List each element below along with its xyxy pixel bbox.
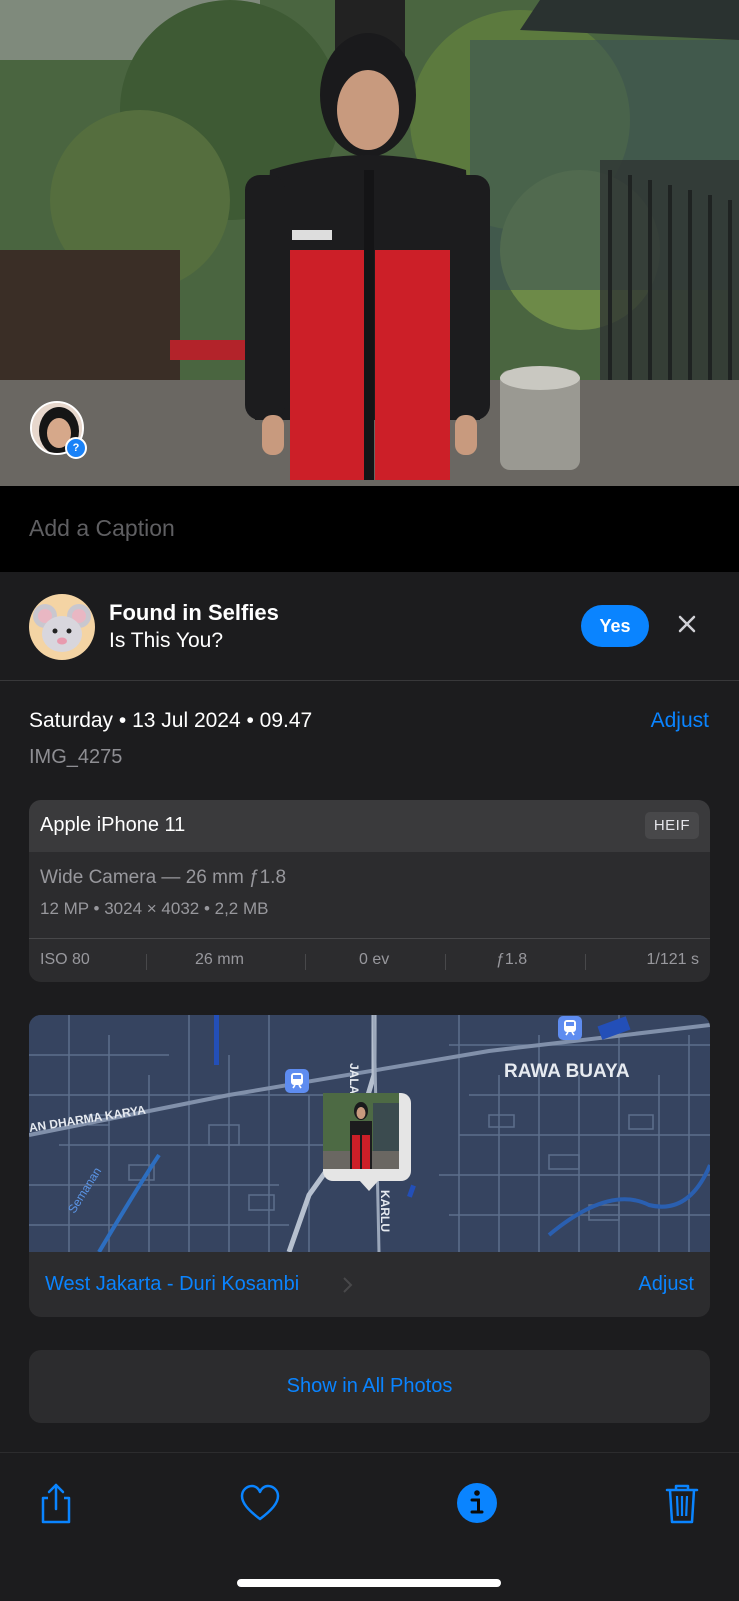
show-in-all-photos-button[interactable]: Show in All Photos	[29, 1350, 710, 1423]
location-card: RAWA BUAYA AN DHARMA KARYA JALA KARLU Se…	[29, 1015, 710, 1317]
exif-divider	[305, 954, 306, 970]
format-badge: HEIF	[644, 812, 699, 839]
exif-divider	[445, 954, 446, 970]
train-icon	[285, 1069, 309, 1093]
map-label-district: RAWA BUAYA	[504, 1061, 630, 1082]
people-suggestion: Found in Selfies Is This You? Yes	[0, 572, 739, 681]
trash-icon[interactable]	[660, 1481, 704, 1525]
photo-viewer[interactable]: ?	[0, 0, 739, 486]
camera-header: Apple iPhone 11 HEIF	[29, 800, 710, 852]
caption-placeholder: Add a Caption	[29, 515, 175, 541]
location-name-link[interactable]: West Jakarta - Duri Kosambi	[45, 1273, 299, 1296]
heart-icon[interactable]	[238, 1481, 282, 1525]
photo-image	[0, 0, 739, 486]
lens-info: Wide Camera — 26 mm ƒ1.8	[40, 867, 287, 888]
exif-row: ISO 80 26 mm 0 ev ƒ1.8 1/121 s	[29, 938, 710, 982]
pin-pointer	[359, 1180, 379, 1191]
mouse-memoji-icon	[29, 594, 95, 660]
map-label-road: JALA	[347, 1063, 361, 1095]
exif-divider	[146, 954, 147, 970]
exif-iso: ISO 80	[40, 951, 90, 968]
photo-thumbnail	[323, 1093, 399, 1169]
share-icon[interactable]	[34, 1481, 78, 1525]
camera-info-card: Apple iPhone 11 HEIF Wide Camera — 26 mm…	[29, 800, 710, 982]
home-indicator[interactable]	[237, 1579, 501, 1587]
train-icon	[558, 1016, 582, 1040]
file-name: IMG_4275	[29, 746, 123, 768]
caption-field[interactable]: Add a Caption	[0, 486, 739, 572]
exif-divider	[585, 954, 586, 970]
location-row: West Jakarta - Duri Kosambi Adjust	[29, 1252, 710, 1317]
adjust-location-button[interactable]: Adjust	[638, 1273, 694, 1296]
suggestion-title: Found in Selfies	[109, 600, 279, 625]
close-icon[interactable]	[673, 610, 701, 638]
exif-exposure: 0 ev	[359, 951, 390, 968]
exif-shutter: 1/121 s	[646, 951, 699, 968]
map-label-road: KARLU	[378, 1190, 392, 1232]
exif-focal-length: 26 mm	[195, 951, 244, 968]
location-map[interactable]: RAWA BUAYA AN DHARMA KARYA JALA KARLU Se…	[29, 1015, 710, 1252]
unknown-person-badge: ?	[65, 437, 87, 459]
info-panel: Found in Selfies Is This You? Yes Saturd…	[0, 572, 739, 1452]
image-specs: 12 MP • 3024 × 4032 • 2,2 MB	[40, 899, 269, 918]
suggestion-subtitle: Is This You?	[109, 629, 224, 652]
adjust-date-button[interactable]: Adjust	[651, 709, 709, 733]
exif-aperture: ƒ1.8	[496, 951, 528, 968]
yes-button[interactable]: Yes	[581, 605, 649, 647]
photo-location-pin[interactable]	[323, 1093, 411, 1181]
info-icon[interactable]	[455, 1481, 499, 1525]
camera-model: Apple iPhone 11	[40, 814, 186, 836]
chevron-right-icon	[342, 1275, 354, 1300]
capture-datetime: Saturday • 13 Jul 2024 • 09.47	[29, 709, 313, 732]
